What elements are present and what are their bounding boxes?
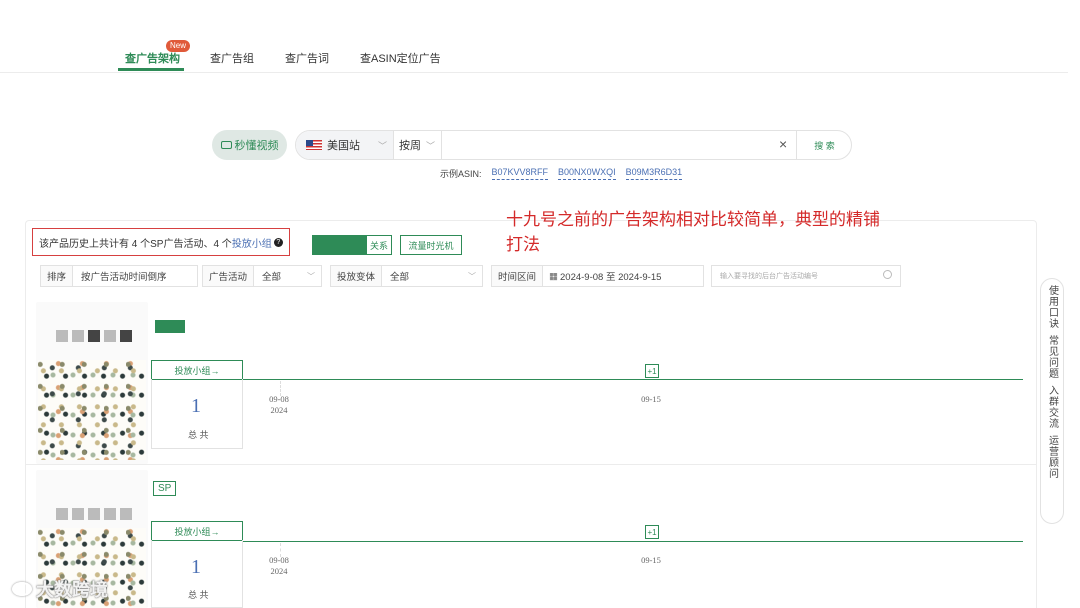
sidebar-item-usage-tips[interactable]: 使用口诀 bbox=[1046, 285, 1059, 329]
search-button[interactable]: 搜 索 bbox=[796, 131, 852, 159]
right-help-sidebar: 使用口诀 常见问题 入群交流 运营顾问 bbox=[1040, 278, 1064, 524]
section-divider bbox=[26, 464, 1036, 465]
sp-tag: SP bbox=[153, 481, 177, 496]
variant-filter[interactable]: 投放变体 全部 ﹀ bbox=[330, 265, 483, 287]
ad-group-link[interactable]: 投放小组 bbox=[232, 235, 272, 250]
asin-search-input[interactable] bbox=[442, 135, 772, 155]
search-icon bbox=[883, 270, 892, 279]
timeline-start-date: 09-08 2024 bbox=[269, 555, 289, 576]
summary-text: 该产品历史上共计有 4 个SP广告活动、4 个 bbox=[39, 238, 232, 250]
relation-button[interactable]: 关系 bbox=[312, 235, 392, 255]
timeline-start-date: 09-08 2024 bbox=[269, 394, 289, 415]
sort-label: 排序 bbox=[41, 266, 74, 286]
date-range-label: 时间区间 bbox=[492, 266, 544, 286]
tab-ad-structure[interactable]: 查广告架构 bbox=[125, 50, 180, 66]
example-asin-link[interactable]: B09M3R6D31 bbox=[625, 167, 683, 180]
campaign-filter[interactable]: 广告活动 全部 ﹀ bbox=[202, 265, 322, 287]
watermark: 大数跨境 bbox=[12, 576, 108, 602]
period-select-value: 按周 bbox=[399, 140, 421, 152]
ad-group-header[interactable]: 投放小组→ bbox=[151, 521, 243, 541]
example-asins: 示例ASIN: B07KVV8RFF B00NX0WXQI B09M3R6D31 bbox=[440, 167, 683, 180]
sort-filter[interactable]: 排序 按广告活动时间倒序 bbox=[40, 265, 198, 287]
video-tutorial-button[interactable]: 秒懂视频 bbox=[212, 130, 287, 160]
timeline-marker[interactable]: +1 bbox=[645, 525, 659, 539]
product-image bbox=[38, 360, 146, 460]
timeline-end-date: 09-15 bbox=[641, 394, 661, 404]
calendar-icon: ▦ bbox=[549, 270, 558, 282]
site-select[interactable]: 美国站 ﹀ bbox=[296, 131, 394, 159]
campaign-id-search[interactable]: 输入要寻找的后台广告活动编号 bbox=[711, 265, 901, 287]
search-bar: 美国站 ﹀ 按周 ﹀ × 搜 索 bbox=[295, 130, 852, 160]
new-badge: New bbox=[166, 40, 191, 52]
watermark-logo-icon bbox=[12, 582, 32, 596]
ad-group-total-label: 总 共 bbox=[188, 590, 209, 600]
date-range-filter[interactable]: 时间区间 ▦ 2024-9-08 至 2024-9-15 bbox=[491, 265, 704, 287]
video-icon bbox=[220, 141, 232, 149]
ad-group-header[interactable]: 投放小组→ bbox=[151, 360, 243, 380]
chevron-down-icon: ﹀ bbox=[468, 271, 476, 281]
product-thumbnail[interactable] bbox=[36, 302, 148, 464]
example-asin-link[interactable]: B07KVV8RFF bbox=[491, 167, 549, 180]
ad-group-total-label: 总 共 bbox=[188, 430, 209, 440]
timeline-marker[interactable]: +1 bbox=[645, 364, 659, 378]
sidebar-item-join-group[interactable]: 入群交流 bbox=[1046, 385, 1059, 429]
help-icon[interactable]: ? bbox=[273, 237, 283, 247]
chevron-down-icon: ﹀ bbox=[425, 140, 435, 151]
tab-ad-keyword[interactable]: 查广告词 bbox=[285, 50, 329, 66]
tab-asin-targeting[interactable]: 查ASIN定位广告 bbox=[360, 50, 441, 66]
sort-value: 按广告活动时间倒序 bbox=[81, 272, 167, 283]
example-asin-link[interactable]: B00NX0WXQI bbox=[558, 167, 616, 180]
timeline-line bbox=[243, 541, 1023, 542]
relation-label: 关系 bbox=[369, 240, 388, 251]
campaign-id-placeholder: 输入要寻找的后台广告活动编号 bbox=[720, 273, 818, 280]
date-range-value: 2024-9-08 至 2024-9-15 bbox=[560, 272, 662, 283]
watermark-text: 大数跨境 bbox=[36, 580, 108, 600]
active-tab-indicator bbox=[118, 68, 184, 71]
campaign-value: 全部 bbox=[262, 272, 282, 283]
ad-group-count: 1 bbox=[191, 556, 201, 578]
campaign-tag bbox=[155, 320, 185, 333]
top-tab-bar: 查广告架构 New 查广告组 查广告词 查ASIN定位广告 bbox=[0, 0, 1068, 73]
blurred-text bbox=[56, 330, 132, 342]
clear-icon[interactable]: × bbox=[779, 136, 787, 152]
ad-group-count: 1 bbox=[191, 395, 201, 417]
timeline-end-date: 09-15 bbox=[641, 555, 661, 565]
chevron-down-icon: ﹀ bbox=[377, 140, 387, 151]
chevron-down-icon: ﹀ bbox=[307, 271, 315, 281]
video-tutorial-label: 秒懂视频 bbox=[234, 140, 279, 152]
tab-ad-group[interactable]: 查广告组 bbox=[210, 50, 254, 66]
sidebar-item-faq[interactable]: 常见问题 bbox=[1046, 335, 1059, 379]
timeline-line bbox=[243, 379, 1023, 380]
variant-label: 投放变体 bbox=[331, 266, 383, 286]
sidebar-item-consultant[interactable]: 运营顾问 bbox=[1046, 435, 1059, 479]
relation-fill bbox=[313, 236, 367, 254]
example-asin-label: 示例ASIN: bbox=[440, 169, 482, 179]
period-select[interactable]: 按周 ﹀ bbox=[394, 131, 442, 159]
campaign-summary: 该产品历史上共计有 4 个SP广告活动、4 个 投放小组 ? bbox=[32, 228, 290, 256]
campaign-label: 广告活动 bbox=[203, 266, 255, 286]
traffic-time-machine-button[interactable]: 流量时光机 bbox=[400, 235, 462, 255]
blurred-text bbox=[56, 508, 132, 520]
variant-value: 全部 bbox=[390, 272, 410, 283]
us-flag-icon bbox=[306, 140, 322, 150]
red-annotation: 十九号之前的广告架构相对比较简单，典型的精铺打法 bbox=[506, 210, 880, 254]
site-select-value: 美国站 bbox=[327, 140, 360, 152]
